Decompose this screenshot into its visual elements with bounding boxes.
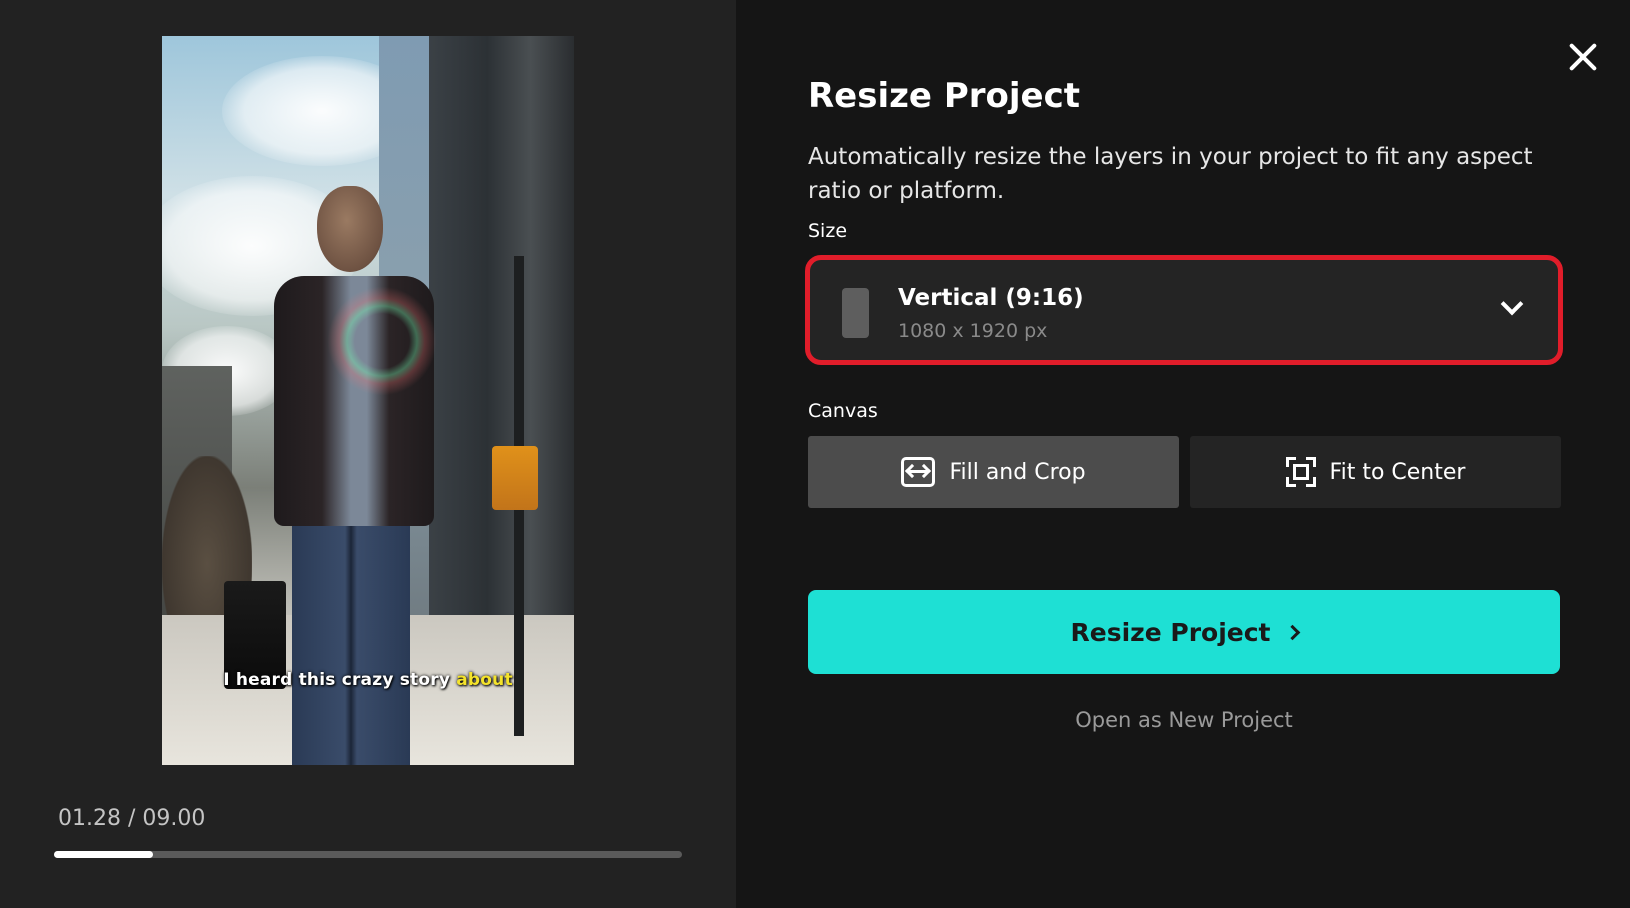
caption-highlight-word: about xyxy=(456,670,513,690)
fill-and-crop-label: Fill and Crop xyxy=(949,459,1086,485)
canvas-label: Canvas xyxy=(808,400,878,422)
fit-to-center-button[interactable]: Fit to Center xyxy=(1190,436,1561,508)
fill-and-crop-button[interactable]: Fill and Crop xyxy=(808,436,1179,508)
resize-project-modal: I heard this crazy story about 01.28 / 0… xyxy=(0,0,1630,908)
fit-center-icon xyxy=(1285,457,1316,487)
size-dropdown[interactable]: Vertical (9:16) 1080 x 1920 px xyxy=(808,258,1560,362)
traffic-light-graphic xyxy=(492,446,538,510)
dialog-title: Resize Project xyxy=(808,76,1080,116)
caption-text: I heard this crazy story xyxy=(223,670,457,690)
fit-to-center-label: Fit to Center xyxy=(1329,459,1466,485)
timecode: 01.28 / 09.00 xyxy=(58,806,206,831)
dialog-description: Automatically resize the layers in your … xyxy=(808,144,1533,204)
fill-crop-icon xyxy=(901,457,936,487)
video-caption: I heard this crazy story about xyxy=(162,670,574,690)
timeline-scrubber[interactable] xyxy=(54,851,682,858)
resize-project-button[interactable]: Resize Project xyxy=(808,590,1560,674)
close-icon[interactable] xyxy=(1562,36,1604,78)
person-graphic xyxy=(292,521,410,765)
chevron-right-icon xyxy=(1284,624,1300,640)
chevron-down-icon[interactable] xyxy=(1500,292,1524,316)
preview-panel: I heard this crazy story about 01.28 / 0… xyxy=(0,0,736,908)
scrubber-progress[interactable] xyxy=(54,851,154,858)
size-dimensions: 1080 x 1920 px xyxy=(898,320,1048,342)
open-as-new-project-link[interactable]: Open as New Project xyxy=(808,708,1560,732)
resize-project-label: Resize Project xyxy=(1070,617,1271,647)
phone-vertical-icon xyxy=(842,288,869,338)
video-preview[interactable]: I heard this crazy story about xyxy=(162,36,574,765)
size-label: Size xyxy=(808,220,848,242)
lens-flare-graphic xyxy=(327,286,437,396)
person-graphic xyxy=(317,186,383,272)
size-name: Vertical (9:16) xyxy=(898,285,1084,311)
